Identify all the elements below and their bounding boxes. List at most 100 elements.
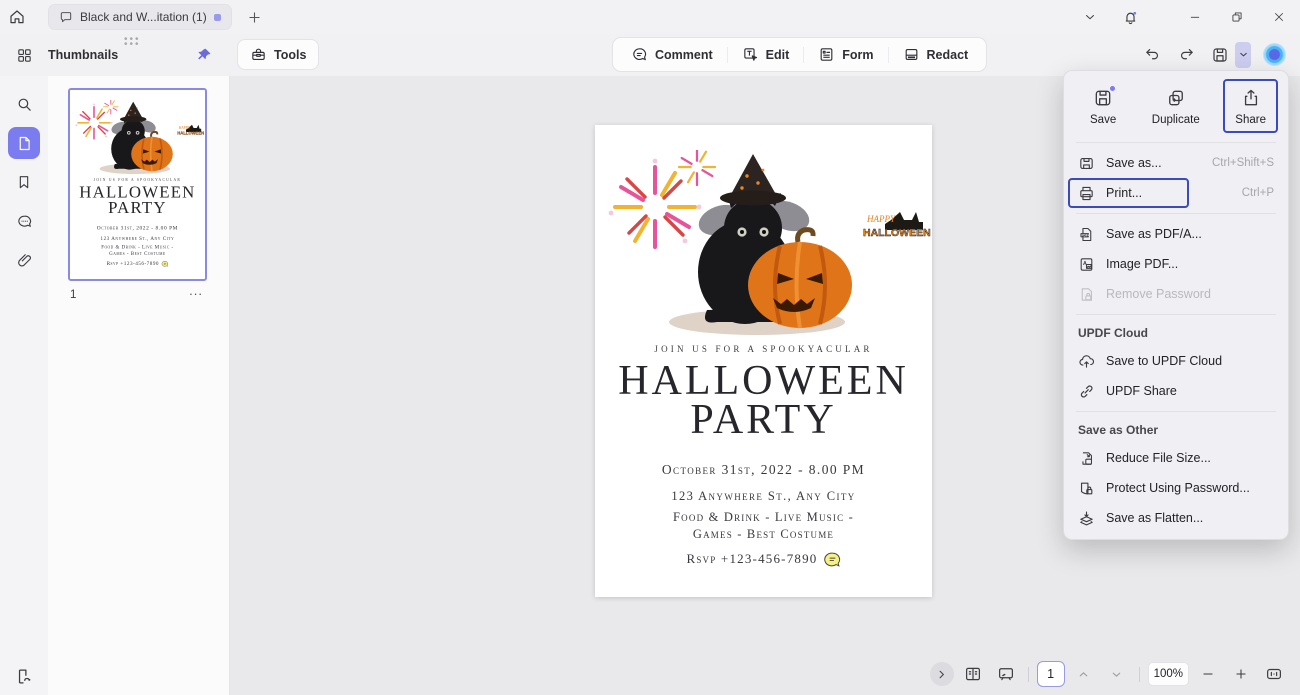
restore-window-icon	[1230, 10, 1244, 24]
invite-address: 123 Anywhere St., Any City	[70, 236, 205, 242]
search-icon	[16, 96, 33, 113]
redact-mode-button[interactable]: Redact	[889, 41, 983, 68]
edit-mode-button[interactable]: Edit	[728, 41, 804, 68]
close-icon	[1272, 10, 1286, 24]
minimize-icon	[1188, 10, 1202, 24]
invite-activities-2: Games - Best Costume	[70, 251, 205, 257]
document-tab[interactable]: Black and W...itation (1)	[48, 4, 232, 30]
menu-item-protect-using-password[interactable]: Protect Using Password...	[1064, 473, 1288, 503]
save-menu-dropdown-button[interactable]	[1235, 42, 1251, 68]
save-dropdown-menu: Save Duplicate Share Save as... Ctrl+Shi	[1063, 70, 1289, 540]
titlebar-dropdown-button[interactable]	[1070, 0, 1110, 34]
edit-icon	[742, 46, 759, 63]
svg-text:PDFA: PDFA	[1081, 233, 1090, 237]
comment-annotation-icon[interactable]	[824, 552, 841, 567]
tools-label: Tools	[274, 48, 306, 62]
reading-mode-button[interactable]	[14, 667, 33, 686]
home-icon	[8, 8, 26, 26]
halloween-illustration: HAPPY HALLOWEEN	[70, 100, 205, 187]
unsaved-indicator-dot	[214, 14, 221, 21]
form-mode-button[interactable]: Form	[804, 41, 887, 68]
comment-mode-button[interactable]: Comment	[617, 41, 727, 68]
pin-panel-button[interactable]	[196, 47, 212, 63]
page-icon	[16, 135, 33, 152]
protect-password-icon	[1078, 480, 1095, 497]
sidebar-rail	[0, 76, 48, 695]
chevron-down-icon	[1238, 49, 1249, 60]
cloud-upload-icon	[1078, 353, 1095, 370]
panel-switcher-button[interactable]	[0, 47, 48, 64]
invite-title: HALLOWEENPARTY	[595, 362, 932, 440]
svg-text:HAPPY: HAPPY	[178, 126, 191, 130]
sidebar-item-comments[interactable]	[8, 205, 40, 237]
menu-share-button[interactable]: Share	[1223, 79, 1278, 133]
page-number-input[interactable]: 1	[1037, 661, 1065, 687]
menu-duplicate-button[interactable]: Duplicate	[1140, 79, 1212, 133]
collapse-statusbar-button[interactable]	[930, 662, 954, 686]
minimize-button[interactable]	[1174, 0, 1216, 34]
panel-drag-handle[interactable]: ••••••	[124, 37, 141, 47]
comment-annotation-icon[interactable]	[161, 261, 168, 267]
invite-date: October 31st, 2022 - 8.00 PM	[595, 462, 932, 478]
new-tab-button[interactable]	[240, 2, 270, 32]
invite-tagline: JOIN US FOR A SPOOKYACULAR	[595, 344, 932, 354]
tools-button[interactable]: Tools	[237, 39, 319, 70]
page-thumbnail-1[interactable]: HAPPY HALLOWEEN JOIN US FOR A SPOOKYACUL…	[68, 88, 207, 281]
menu-item-print[interactable]: Print... Ctrl+P	[1064, 178, 1288, 208]
redact-icon	[903, 46, 920, 63]
sidebar-item-search[interactable]	[8, 88, 40, 120]
menu-save-button[interactable]: Save	[1078, 79, 1128, 133]
zoom-level-display[interactable]: 100%	[1148, 662, 1189, 686]
grid-icon	[16, 47, 33, 64]
menu-item-reduce-file-size[interactable]: Reduce File Size...	[1064, 443, 1288, 473]
previous-page-button[interactable]	[1070, 660, 1098, 688]
chat-bubble-icon	[16, 213, 33, 230]
pin-icon	[196, 47, 212, 63]
tab-doc-icon	[59, 10, 73, 24]
share-icon	[1241, 88, 1261, 108]
zoom-out-button[interactable]	[1194, 660, 1222, 688]
sidebar-item-attachments[interactable]	[8, 244, 40, 276]
user-avatar[interactable]	[1263, 43, 1286, 66]
svg-text:HALLOWEEN: HALLOWEEN	[863, 227, 931, 239]
svg-text:HAPPY: HAPPY	[866, 214, 896, 224]
redo-button[interactable]	[1171, 40, 1201, 70]
close-button[interactable]	[1258, 0, 1300, 34]
home-button[interactable]	[0, 0, 34, 34]
undo-icon	[1144, 46, 1161, 63]
menu-item-save-as[interactable]: Save as... Ctrl+Shift+S	[1064, 148, 1288, 178]
save-button[interactable]	[1205, 40, 1235, 70]
menu-item-image-pdf[interactable]: A Image PDF...	[1064, 249, 1288, 279]
menu-quick-actions: Save Duplicate Share	[1064, 71, 1288, 137]
invite-activities-2: Games - Best Costume	[595, 527, 932, 542]
tab-title: Black and W...itation (1)	[80, 10, 207, 24]
reduce-file-size-icon	[1078, 450, 1095, 467]
thumbnail-more-button[interactable]: ...	[189, 283, 203, 298]
thumbnails-panel: HAPPY HALLOWEEN JOIN US FOR A SPOOKYACUL…	[48, 76, 230, 695]
chevron-up-icon	[1077, 668, 1090, 681]
menu-item-save-as-flatten[interactable]: Save as Flatten...	[1064, 503, 1288, 533]
sidebar-item-thumbnails[interactable]	[8, 127, 40, 159]
menu-item-updf-share[interactable]: UPDF Share	[1064, 376, 1288, 406]
presentation-mode-button[interactable]	[992, 660, 1020, 688]
link-icon	[1078, 383, 1095, 400]
sidebar-item-bookmarks[interactable]	[8, 166, 40, 198]
page-layout-button[interactable]	[959, 660, 987, 688]
next-page-button[interactable]	[1103, 660, 1131, 688]
restore-button[interactable]	[1216, 0, 1258, 34]
menu-item-save-as-pdfa[interactable]: PDFA Save as PDF/A...	[1064, 219, 1288, 249]
fit-width-button[interactable]	[1260, 660, 1288, 688]
halloween-illustration: HAPPY HALLOWEEN	[595, 150, 932, 368]
two-page-view-icon	[964, 665, 982, 683]
zoom-in-button[interactable]	[1227, 660, 1255, 688]
menu-item-save-to-updf-cloud[interactable]: Save to UPDF Cloud	[1064, 346, 1288, 376]
document-page[interactable]: HAPPY HALLOWEEN JOIN US FOR A SPOOKYACUL…	[595, 125, 932, 597]
menu-divider	[1076, 314, 1276, 315]
notifications-button[interactable]	[1110, 0, 1150, 34]
signature-page-icon	[14, 667, 33, 686]
invite-rsvp: Rsvp +123-456-7890	[595, 551, 932, 567]
statusbar-separator	[1028, 667, 1029, 682]
form-label: Form	[842, 48, 873, 62]
undo-button[interactable]	[1137, 40, 1167, 70]
invite-activities-1: Food & Drink - Live Music -	[595, 510, 932, 525]
